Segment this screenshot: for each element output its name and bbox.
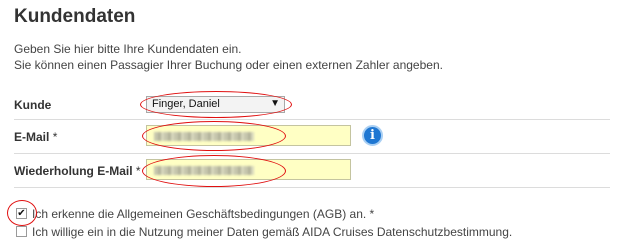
email-confirm-field[interactable] [146, 159, 351, 180]
required-marker: * [52, 130, 58, 144]
row-divider [14, 119, 610, 120]
intro-line-1: Geben Sie hier bitte Ihre Kundendaten ei… [14, 42, 242, 56]
customer-select[interactable]: Finger, Daniel ▼ [146, 96, 285, 113]
customer-label: Kunde [14, 98, 52, 112]
check-icon: ✔ [17, 208, 26, 219]
chevron-down-icon: ▼ [270, 98, 280, 109]
email-field[interactable] [146, 125, 351, 146]
email-confirm-label: Wiederholung E-Mail * [14, 164, 141, 178]
info-icon[interactable]: i [362, 125, 383, 146]
customer-select-value: Finger, Daniel [152, 98, 220, 110]
email-label: E-Mail * [14, 130, 58, 144]
privacy-checkbox[interactable] [16, 226, 27, 237]
row-divider [14, 187, 610, 188]
section-intro: Geben Sie hier bitte Ihre Kundendaten ei… [14, 41, 443, 73]
required-marker: * [135, 164, 141, 178]
section-title: Kundendaten [14, 6, 136, 27]
intro-line-2: Sie können einen Passagier Ihrer Buchung… [14, 58, 443, 72]
agb-checkbox[interactable]: ✔ [16, 208, 27, 219]
redacted-email-confirm-value [154, 166, 254, 175]
privacy-label: Ich willige ein in die Nutzung meiner Da… [32, 225, 513, 239]
agb-label: Ich erkenne die Allgemeinen Geschäftsbed… [32, 207, 375, 221]
row-divider [14, 153, 610, 154]
redacted-email-value [154, 132, 254, 141]
